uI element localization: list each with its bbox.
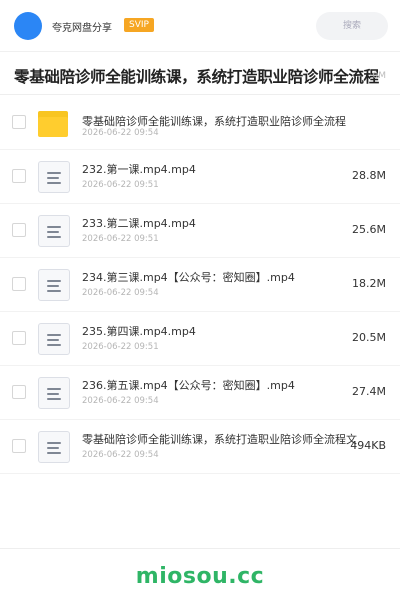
document-icon (38, 161, 70, 193)
document-icon (38, 377, 70, 409)
page-title: 零基础陪诊师全能训练课，系统打造职业陪诊师全流程 (14, 68, 379, 86)
file-size: 494KB (350, 439, 386, 452)
file-name: 235.第四课.mp4.mp4 (82, 325, 196, 338)
avatar[interactable] (14, 12, 42, 40)
row-checkbox[interactable] (12, 115, 26, 129)
file-row[interactable]: 234.第三课.mp4【公众号：密知圈】.mp4 2026-06-22 09:54… (0, 258, 400, 312)
row-checkbox[interactable] (12, 223, 26, 237)
document-icon (38, 269, 70, 301)
watermark: miosou.cc (135, 564, 265, 589)
row-checkbox[interactable] (12, 439, 26, 453)
file-row[interactable]: 235.第四课.mp4.mp4 2026-06-22 09:51 20.5M (0, 312, 400, 366)
document-icon (38, 323, 70, 355)
file-size: 25.6M (352, 223, 386, 236)
row-checkbox[interactable] (12, 331, 26, 345)
file-name: 232.第一课.mp4.mp4 (82, 163, 196, 176)
top-bar: 夸克网盘分享 SVIP 搜索 (0, 0, 400, 52)
search-placeholder: 搜索 (342, 21, 361, 31)
file-date: 2026-06-22 09:54 (82, 396, 159, 406)
svip-badge: SVIP (124, 18, 154, 32)
file-name: 233.第二课.mp4.mp4 (82, 217, 196, 230)
row-checkbox[interactable] (12, 385, 26, 399)
footer-divider (0, 548, 400, 549)
file-date: 2026-06-22 09:51 (82, 234, 159, 244)
file-row[interactable]: 零基础陪诊师全能训练课，系统打造职业陪诊师全流程文 2026-06-22 09:5… (0, 420, 400, 474)
file-size: 27.4M (352, 385, 386, 398)
file-name: 零基础陪诊师全能训练课，系统打造职业陪诊师全流程文 (82, 433, 357, 446)
folder-icon (38, 107, 70, 139)
file-date: 2026-06-22 09:51 (82, 180, 159, 190)
file-date: 2026-06-22 09:54 (82, 450, 159, 460)
share-owner-name: 夸克网盘分享 (52, 23, 112, 34)
file-name: 236.第五课.mp4【公众号：密知圈】.mp4 (82, 379, 295, 392)
folder-row[interactable]: 零基础陪诊师全能训练课，系统打造职业陪诊师全流程 2026-06-22 09:54 (0, 96, 400, 150)
file-size: 18.2M (352, 277, 386, 290)
file-row[interactable]: 236.第五课.mp4【公众号：密知圈】.mp4 2026-06-22 09:54… (0, 366, 400, 420)
file-date: 2026-06-22 09:54 (82, 288, 159, 298)
file-date: 2026-06-22 09:51 (82, 342, 159, 352)
file-name: 零基础陪诊师全能训练课，系统打造职业陪诊师全流程 (82, 115, 346, 128)
file-size: 28.8M (352, 169, 386, 182)
file-row[interactable]: 233.第二课.mp4.mp4 2026-06-22 09:51 25.6M (0, 204, 400, 258)
document-icon (38, 431, 70, 463)
file-date: 2026-06-22 09:54 (82, 128, 159, 138)
document-icon (38, 215, 70, 247)
title-size: 0M (372, 71, 387, 81)
file-row[interactable]: 232.第一课.mp4.mp4 2026-06-22 09:51 28.8M (0, 150, 400, 204)
search-input[interactable]: 搜索 (316, 12, 388, 40)
file-size: 20.5M (352, 331, 386, 344)
file-name: 234.第三课.mp4【公众号：密知圈】.mp4 (82, 271, 295, 284)
row-checkbox[interactable] (12, 277, 26, 291)
folder-title-bar: 零基础陪诊师全能训练课，系统打造职业陪诊师全流程 0M (0, 53, 400, 95)
row-checkbox[interactable] (12, 169, 26, 183)
